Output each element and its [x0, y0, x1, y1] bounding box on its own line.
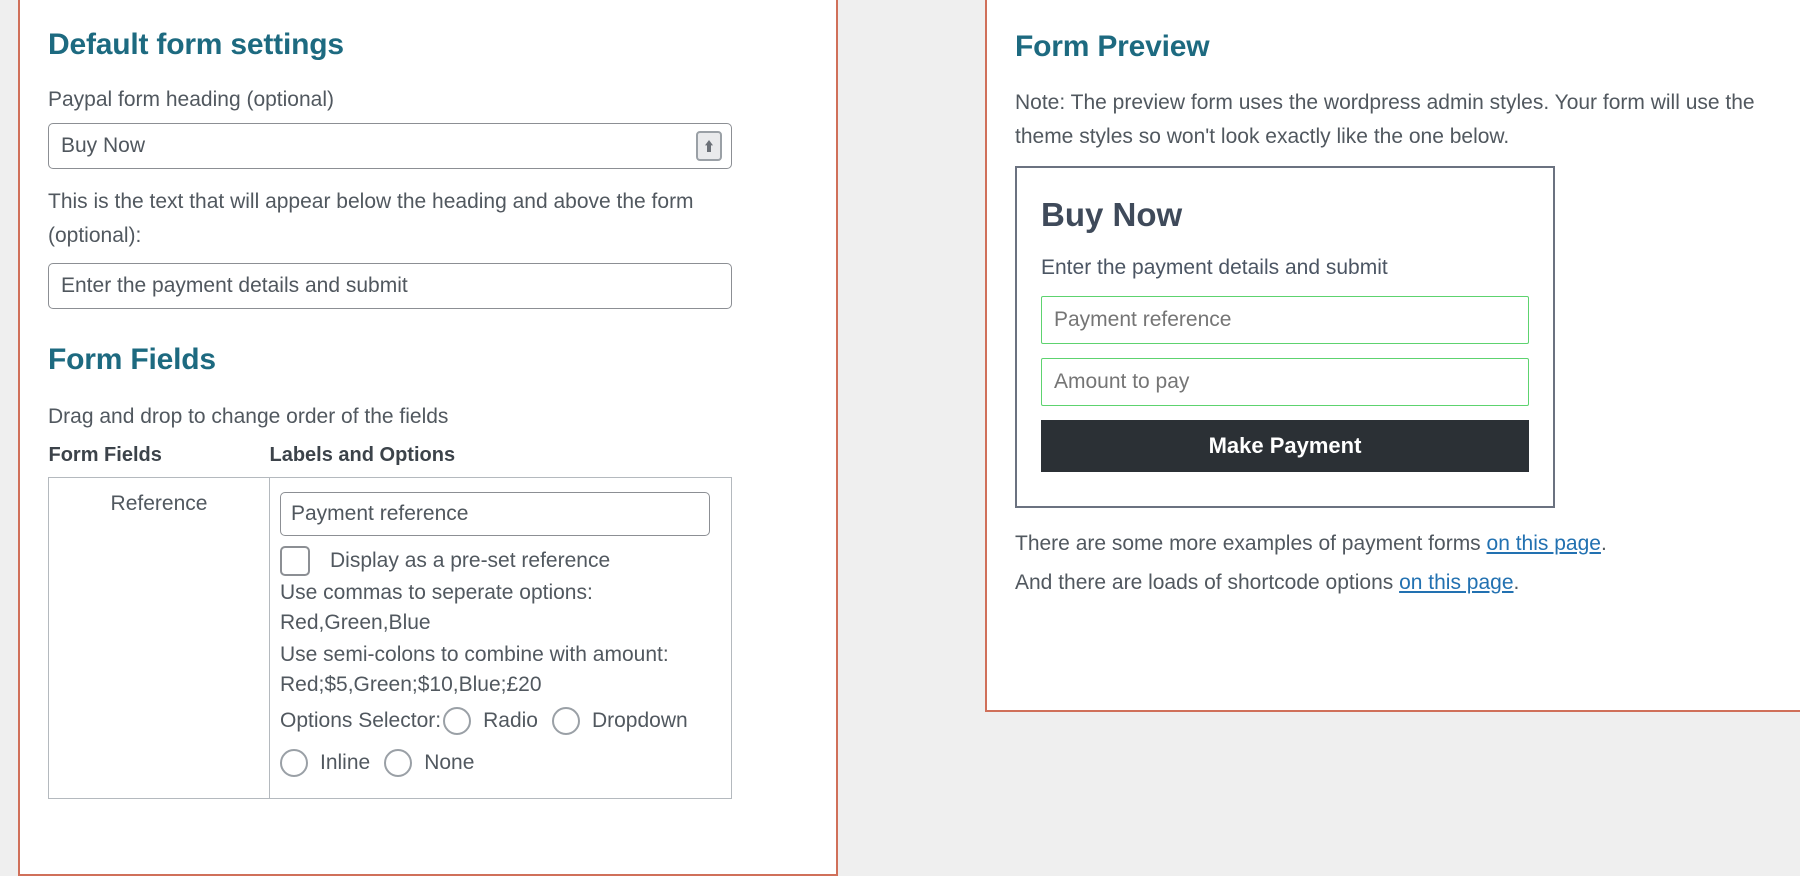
footer-text-1-after: . [1600, 532, 1607, 555]
preview-subtext: Enter the payment details and submit [1041, 256, 1388, 279]
preset-reference-checkbox-row[interactable]: Display as a pre-set reference [280, 546, 721, 576]
table-header-row: Form Fields Labels and Options [49, 444, 732, 478]
preview-note: Note: The preview form uses the wordpres… [1015, 91, 1755, 148]
form-fields-table: Form Fields Labels and Options Reference… [48, 444, 732, 799]
page-title: Default form settings [48, 28, 344, 61]
radio-option-dropdown[interactable] [551, 707, 580, 735]
reference-label-input[interactable] [280, 492, 710, 536]
column-header-form-fields: Form Fields [48, 444, 162, 466]
preset-reference-checkbox[interactable] [280, 546, 310, 576]
radio-option-radio-label: Radio [483, 709, 538, 732]
form-fields-title: Form Fields [48, 343, 216, 376]
shortcode-link[interactable]: on this page [1399, 571, 1513, 594]
paypal-heading-input[interactable] [48, 123, 732, 169]
paypal-heading-input-wrap [48, 123, 732, 169]
footer-text-2-before: And there are loads of shortcode options [1015, 571, 1400, 594]
footer-line-examples: There are some more examples of payment … [1015, 524, 1787, 563]
preview-amount-input[interactable] [1041, 358, 1529, 406]
form-preview-title: Form Preview [1015, 30, 1210, 63]
options-hint-semicolons: Use semi-colons to combine with amount: … [280, 643, 669, 696]
radio-option-none[interactable] [384, 749, 413, 777]
radio-option-dropdown-label: Dropdown [591, 709, 688, 732]
description-label: This is the text that will appear below … [48, 190, 694, 247]
radio-option-radio[interactable] [443, 707, 472, 735]
preview-reference-input[interactable] [1041, 296, 1529, 344]
radio-option-inline-label: Inline [320, 751, 371, 774]
examples-link[interactable]: on this page [1487, 532, 1601, 555]
options-hint-commas: Use commas to seperate options: Red,Gree… [280, 581, 593, 634]
preview-heading: Buy Now [1041, 196, 1183, 233]
paypal-heading-label: Paypal form heading (optional) [48, 88, 335, 111]
radio-option-none-label: None [424, 751, 475, 774]
table-row[interactable]: Reference Display as a pre-set reference… [48, 477, 732, 799]
footer-text-2-after: . [1513, 571, 1520, 594]
field-name-cell: Reference [48, 477, 270, 799]
options-selector-label: Options Selector: [280, 709, 442, 732]
autofill-icon[interactable] [696, 131, 722, 161]
options-selector-group: Options Selector: Radio Dropdown Inline … [280, 700, 720, 784]
footer-text-1-before: There are some more examples of payment … [1015, 532, 1487, 555]
preset-reference-label: Display as a pre-set reference [330, 549, 611, 572]
make-payment-button[interactable]: Make Payment [1041, 420, 1529, 472]
default-form-settings-panel: Default form settings Paypal form headin… [18, 0, 838, 876]
column-header-labels-options: Labels and Options [269, 444, 456, 466]
form-preview-panel: Form Preview Note: The preview form uses… [985, 0, 1800, 712]
radio-option-inline[interactable] [280, 749, 308, 777]
description-input[interactable] [48, 263, 732, 309]
preview-form-box: Buy Now Enter the payment details and su… [1015, 166, 1555, 508]
footer-line-shortcodes: And there are loads of shortcode options… [1015, 563, 1787, 602]
drag-drop-hint: Drag and drop to change order of the fie… [48, 405, 449, 428]
field-options-cell: Display as a pre-set reference Use comma… [269, 477, 732, 799]
